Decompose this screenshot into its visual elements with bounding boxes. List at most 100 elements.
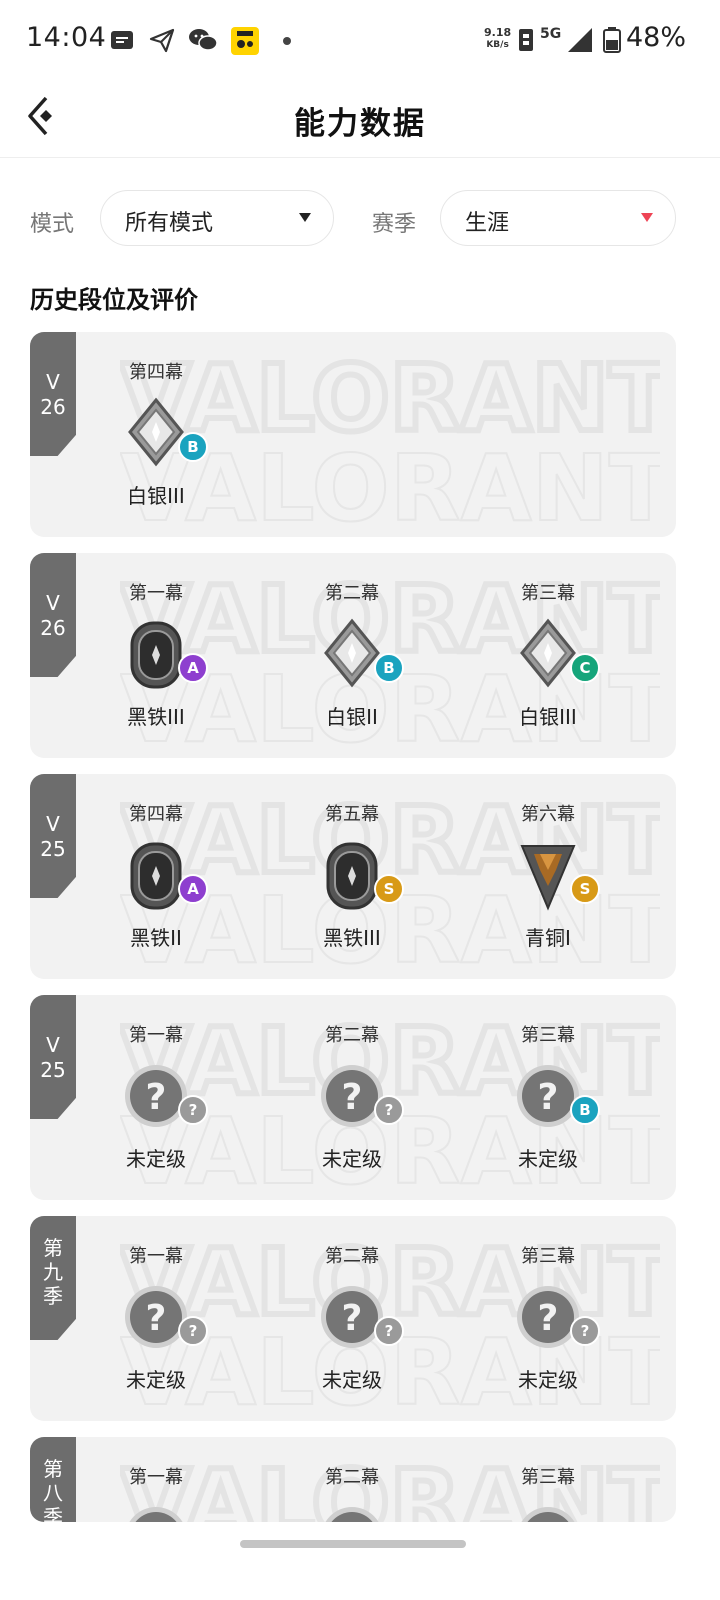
grade-badge: ? [374, 1095, 404, 1125]
net-speed: 9.18 KB/s [484, 27, 511, 51]
grade-badge: A [178, 874, 208, 904]
season-tag: 第八季 [30, 1437, 76, 1522]
season-card: VALORANT VALORANT V 26 第四幕 B 白银III [30, 332, 676, 537]
act-item[interactable]: 第二幕?? 未定级 [282, 995, 422, 1200]
sim-icon [516, 26, 536, 54]
act-label: 第一幕 [129, 1246, 183, 1267]
grade-badge: ? [178, 1095, 208, 1125]
wechat-icon [188, 26, 218, 54]
act-label: 第三幕 [521, 1025, 575, 1046]
season-card: VALORANT VALORANT V 25 第一幕?? 未定级 第二幕?? 未定级 第三幕? B… [30, 995, 676, 1200]
act-item[interactable]: 第四幕 A 黑铁II [86, 774, 226, 979]
app-icon [230, 26, 260, 55]
status-time: 14:04 [26, 22, 107, 53]
network-type: 5G [540, 26, 562, 42]
act-item[interactable]: 第五幕 S 黑铁III [282, 774, 422, 979]
rank-name: 黑铁III [127, 705, 185, 729]
act-item[interactable]: 第二幕? [282, 1437, 422, 1522]
season-select-value: 生涯 [465, 211, 510, 236]
act-item[interactable]: 第一幕?? 未定级 [86, 995, 226, 1200]
act-item[interactable]: 第三幕? [478, 1437, 618, 1522]
season-tag: V 25 [30, 774, 76, 898]
rank-name: 青铜I [525, 926, 571, 950]
svg-text:?: ? [146, 1298, 167, 1339]
caret-down-icon [641, 213, 653, 222]
silver-rank-icon [322, 617, 382, 693]
rank-name: 黑铁III [323, 926, 381, 950]
unranked-icon: ? [515, 1505, 575, 1522]
grade-badge: S [570, 874, 600, 904]
page-title: 能力数据 [294, 106, 426, 142]
rank-name: 白银II [326, 705, 378, 729]
iron-rank-icon [126, 838, 186, 914]
rank-name: 未定级 [518, 1368, 578, 1392]
svg-text:?: ? [342, 1519, 363, 1522]
unranked-icon: ? [123, 1505, 183, 1522]
grade-badge: ? [374, 1316, 404, 1346]
act-item[interactable]: 第三幕?? 未定级 [478, 1216, 618, 1421]
app-header: 能力数据 [0, 80, 720, 158]
grade-badge: B [374, 653, 404, 683]
unranked-icon: ? [319, 1505, 379, 1522]
unranked-icon: ? [319, 1284, 383, 1360]
silver-rank-icon [518, 617, 578, 693]
season-label: 赛季 [372, 212, 417, 237]
grade-badge: C [570, 653, 600, 683]
season-tag: V 25 [30, 995, 76, 1119]
rank-name: 白银III [127, 484, 185, 508]
act-item[interactable]: 第一幕? [86, 1437, 226, 1522]
status-bar: 14:04 9.18 KB/s 5G 48% [0, 0, 720, 80]
unranked-icon: ? [319, 1063, 383, 1139]
svg-text:?: ? [538, 1519, 559, 1522]
svg-text:?: ? [538, 1077, 559, 1118]
season-card: VALORANTVALORANT第八季第一幕?第二幕?第三幕? [30, 1437, 676, 1522]
act-item[interactable]: 第三幕? B 未定级 [478, 995, 618, 1200]
caret-down-icon [299, 213, 311, 222]
battery-icon [602, 26, 622, 54]
section-title: 历史段位及评价 [30, 286, 198, 314]
act-label: 第二幕 [325, 1246, 379, 1267]
season-tag: V 26 [30, 553, 76, 677]
dot-icon [283, 37, 291, 45]
act-label: 第一幕 [129, 1025, 183, 1046]
rank-name: 未定级 [126, 1368, 186, 1392]
act-label: 第二幕 [325, 583, 379, 604]
act-label: 第四幕 [129, 804, 183, 825]
season-tag: 第九季 [30, 1216, 76, 1340]
act-label: 第一幕 [129, 1467, 183, 1488]
season-card: VALORANT VALORANT V 26 第一幕 A 黑铁III 第二幕 B 白银II 第三幕 C… [30, 553, 676, 758]
act-item[interactable]: 第一幕 A 黑铁III [86, 553, 226, 758]
act-item[interactable]: 第二幕 B 白银II [282, 553, 422, 758]
grade-badge: B [178, 432, 208, 462]
message-icon [108, 26, 138, 54]
act-item[interactable]: 第四幕 B 白银III [86, 332, 226, 537]
season-tag: V 26 [30, 332, 76, 456]
unranked-icon: ? [123, 1063, 187, 1139]
act-item[interactable]: 第一幕?? 未定级 [86, 1216, 226, 1421]
season-card: VALORANT VALORANT V 25 第四幕 A 黑铁II 第五幕 S 黑铁III 第六幕 S… [30, 774, 676, 979]
act-label: 第二幕 [325, 1467, 379, 1488]
mode-label: 模式 [30, 212, 75, 237]
act-label: 第三幕 [521, 583, 575, 604]
act-item[interactable]: 第六幕 S 青铜I [478, 774, 618, 979]
send-icon [148, 26, 178, 54]
act-label: 第三幕 [521, 1246, 575, 1267]
home-indicator[interactable] [240, 1540, 466, 1548]
svg-text:?: ? [538, 1298, 559, 1339]
act-label: 第三幕 [521, 1467, 575, 1488]
mode-select[interactable]: 所有模式 [100, 190, 334, 246]
svg-text:?: ? [342, 1298, 363, 1339]
act-label: 第一幕 [129, 583, 183, 604]
season-card: VALORANT VALORANT 第九季第一幕?? 未定级 第二幕?? 未定级 第三幕??… [30, 1216, 676, 1421]
bronze-rank-icon [518, 838, 578, 914]
rank-name: 黑铁II [130, 926, 182, 950]
season-select[interactable]: 生涯 [440, 190, 676, 246]
iron-rank-icon [126, 617, 186, 693]
rank-name: 白银III [519, 705, 577, 729]
act-item[interactable]: 第三幕 C 白银III [478, 553, 618, 758]
unranked-icon: ? [123, 1284, 187, 1360]
battery-percent: 48% [626, 22, 687, 53]
rank-name: 未定级 [518, 1147, 578, 1171]
act-item[interactable]: 第二幕?? 未定级 [282, 1216, 422, 1421]
grade-badge: ? [570, 1316, 600, 1346]
